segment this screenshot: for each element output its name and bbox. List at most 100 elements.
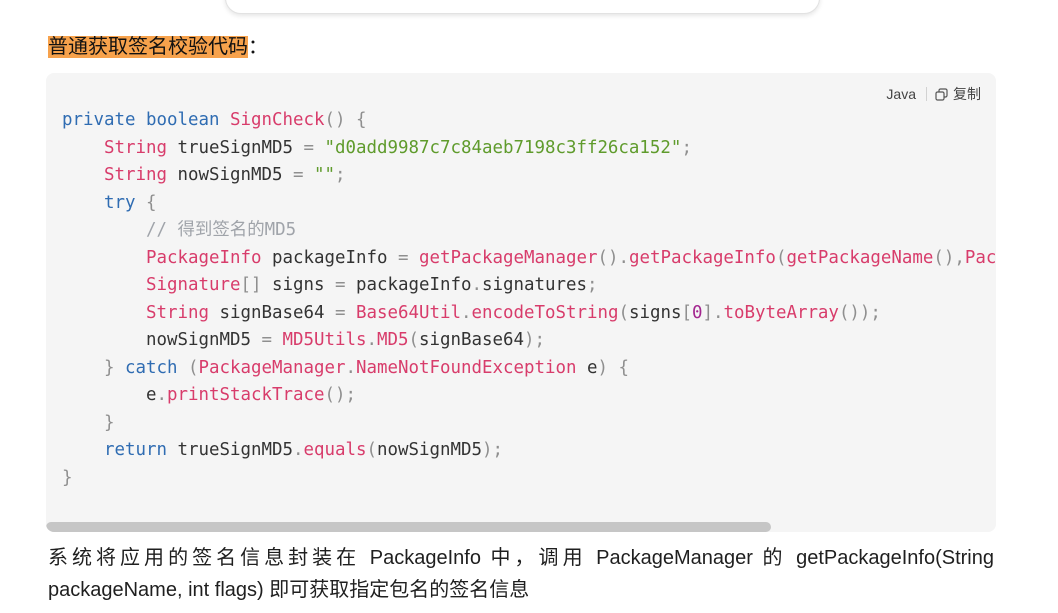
code-token: = [397, 247, 409, 268]
code-token: getPackageName [786, 247, 934, 268]
code-line: } catch (PackageManager.NameNotFoundExce… [62, 355, 996, 383]
code-token: . [366, 330, 377, 350]
code-token: SignCheck [230, 110, 325, 130]
copy-button[interactable]: 复制 [935, 84, 981, 104]
code-token: String [104, 165, 167, 185]
code-token: ; [681, 137, 692, 158]
heading-highlight: 普通获取签名校验代码 [48, 36, 248, 58]
code-token: e [146, 385, 157, 405]
code-token: toByteArray [723, 302, 839, 323]
code-token: "" [313, 165, 335, 185]
code-token: = [292, 165, 304, 185]
code-line: } [62, 465, 996, 493]
code-token: encodeToString [471, 302, 619, 323]
code-line: } [62, 410, 996, 438]
code-line: String trueSignMD5 = "d0add9987c7c84aeb7… [62, 135, 996, 163]
section-heading: 普通获取签名校验代码： [48, 35, 268, 60]
code-toolbar: Java 复制 [886, 84, 981, 104]
code-token: PackageInfo [146, 247, 262, 268]
paragraph-line: 系统将应用的签名信息封装在 PackageInfo 中，调用 PackageMa… [48, 547, 994, 569]
code-token: signs [261, 275, 335, 295]
code-line: Signature[] signs = packageInfo.signatur… [62, 272, 996, 300]
code-token: . [345, 357, 356, 378]
code-token: catch [125, 357, 178, 378]
code-token: . [156, 385, 168, 405]
code-token: ); [523, 330, 545, 350]
code-token: ) [597, 357, 608, 378]
code-token: private [62, 110, 136, 130]
code-token: = [334, 302, 346, 323]
code-token: boolean [146, 110, 220, 130]
heading-colon: ： [248, 36, 268, 58]
code-language-label: Java [886, 86, 916, 102]
code-line: private boolean SignCheck() { [62, 107, 996, 135]
code-line: try { [62, 190, 996, 218]
code-line: nowSignMD5 = MD5Utils.MD5(signBase64); [62, 327, 996, 355]
code-content: private boolean SignCheck() { String tru… [62, 107, 996, 492]
code-token: signs [628, 302, 682, 323]
code-token: ( [618, 302, 629, 323]
code-token: (), [933, 247, 965, 268]
copy-label: 复制 [953, 86, 981, 102]
code-token: 0 [691, 302, 703, 323]
code-token: equals [303, 440, 367, 460]
code-token: trueSignMD5 [167, 440, 293, 460]
code-token: [ [681, 302, 692, 323]
code-token: Base64Util [355, 302, 461, 323]
paragraph-line: packageName, int flags) 即可获取指定包名的签名信息 [48, 579, 530, 601]
code-token: getPackageManager [418, 247, 598, 268]
code-token: ()); [838, 302, 881, 323]
code-token: ]. [702, 302, 724, 323]
copy-icon [935, 87, 948, 101]
code-token: signBase64 [418, 330, 524, 350]
code-block: Java 复制 private boolean SignCheck() { St… [46, 73, 996, 532]
code-line: // 得到签名的MD5 [62, 217, 996, 245]
code-token: . [471, 275, 482, 295]
horizontal-scrollbar-thumb[interactable] [46, 522, 771, 532]
code-token: "d0add9987c7c84aeb7198c3ff26ca152" [324, 137, 682, 158]
code-token: packageInfo [345, 275, 472, 295]
code-token: nowSignMD5 [146, 330, 262, 350]
code-token: printStackTrace [167, 385, 325, 405]
code-token: ( [408, 330, 419, 350]
code-token: { [146, 192, 157, 213]
code-token: String [146, 302, 209, 323]
code-token: try [104, 192, 136, 213]
code-token: packageInfo [261, 247, 398, 268]
code-token: String [104, 137, 167, 158]
code-token: = [334, 275, 346, 295]
code-token: PackageManager [198, 357, 346, 378]
code-line: String nowSignMD5 = ""; [62, 162, 996, 190]
toolbar-divider [926, 87, 927, 101]
code-token: signBase64 [209, 302, 335, 323]
code-token: signatures [481, 275, 587, 295]
code-token: ( [366, 440, 377, 460]
code-token: (); [324, 385, 356, 405]
code-token: ; [334, 165, 346, 185]
code-token: Signature [146, 275, 241, 295]
code-token: { [618, 357, 629, 378]
code-token: } [104, 357, 115, 378]
code-token: return [104, 440, 167, 460]
code-token: () [324, 110, 346, 130]
code-token: { [355, 110, 367, 130]
